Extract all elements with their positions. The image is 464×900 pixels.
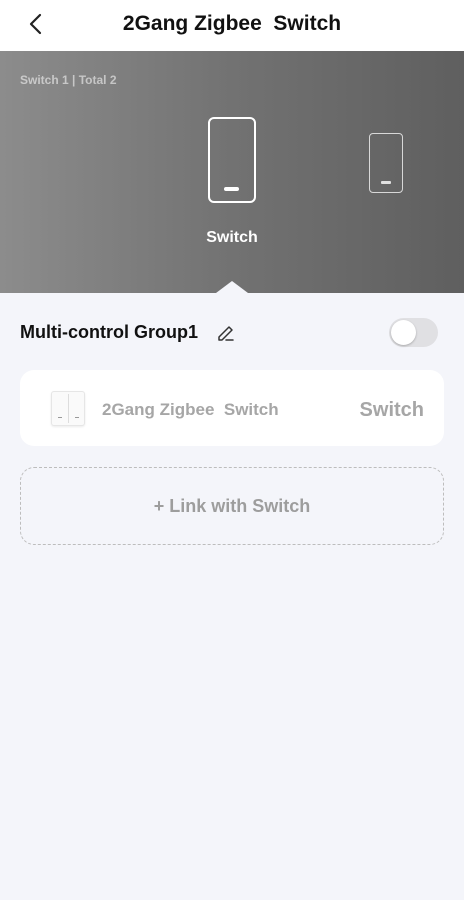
page-title: 2Gang Zigbee Switch <box>122 12 342 35</box>
selected-switch-label: Switch <box>206 229 258 246</box>
switch-card-selected[interactable] <box>208 117 256 203</box>
device-channel-label: Switch <box>359 399 424 421</box>
pencil-icon <box>218 326 234 341</box>
switch-indicator <box>381 181 391 184</box>
group-title: Multi-control Group1 <box>20 322 198 342</box>
switch-carousel[interactable]: Switch 1 | Total 2 Switch <box>0 51 464 293</box>
device-name: 2Gang Zigbee Switch <box>102 400 279 419</box>
edit-group-name-button[interactable] <box>216 322 236 342</box>
link-with-switch-button[interactable]: + Link with Switch <box>20 467 444 545</box>
link-with-switch-label: + Link with Switch <box>153 495 311 516</box>
selection-pointer <box>216 281 248 293</box>
group-enable-toggle[interactable] <box>389 318 438 347</box>
switch-device-icon <box>51 391 85 426</box>
group-header: Multi-control Group1 <box>20 318 444 348</box>
linked-device-card[interactable]: 2Gang Zigbee Switch Switch <box>20 370 444 446</box>
top-bar: 2Gang Zigbee Switch <box>0 0 464 51</box>
toggle-knob <box>391 320 416 345</box>
switch-counter: Switch 1 | Total 2 <box>20 73 117 87</box>
switch-card-next[interactable] <box>369 133 403 193</box>
switch-indicator <box>224 187 239 191</box>
